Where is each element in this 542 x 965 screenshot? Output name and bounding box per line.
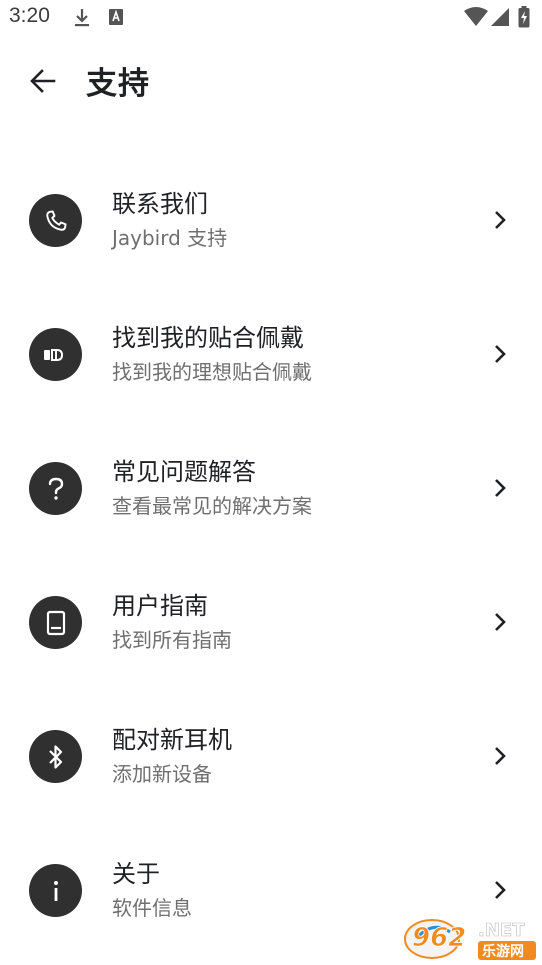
watermark-suffix: .NET xyxy=(478,920,525,941)
page-title: 支持 xyxy=(86,66,150,102)
menu-item-subtitle: 软件信息 xyxy=(112,896,192,920)
menu-item-subtitle: 找到我的理想贴合佩戴 xyxy=(112,360,312,384)
menu-item-title: 常见问题解答 xyxy=(112,458,256,486)
chevron-right-icon xyxy=(495,479,506,497)
font-app-icon xyxy=(108,8,124,30)
menu-item-text: 配对新耳机 添加新设备 xyxy=(112,723,232,789)
menu-item-title: 配对新耳机 xyxy=(112,726,232,754)
app-bar: 支持 xyxy=(0,36,542,126)
status-bar: 3:20 xyxy=(0,0,542,36)
status-time: 3:20 xyxy=(9,4,50,27)
phone-icon xyxy=(29,194,82,247)
cellular-signal-icon xyxy=(490,7,510,31)
menu-item-subtitle: 查看最常见的解决方案 xyxy=(112,494,312,518)
menu-item-text: 联系我们 Jaybird 支持 xyxy=(112,187,227,253)
menu-item-subtitle: 找到所有指南 xyxy=(112,628,232,652)
watermark-text: 乐游网 xyxy=(482,943,524,960)
chevron-right-icon xyxy=(495,211,506,229)
chevron-right-icon xyxy=(495,613,506,631)
back-arrow-icon xyxy=(30,69,56,93)
menu-item-title: 关于 xyxy=(112,860,160,888)
chevron-right-icon xyxy=(495,747,506,765)
watermark-number: 962 xyxy=(412,923,466,953)
menu-item-title: 找到我的贴合佩戴 xyxy=(112,324,304,352)
menu-item-user-guide[interactable]: 用户指南 找到所有指南 xyxy=(0,555,542,689)
question-icon xyxy=(29,462,82,515)
battery-charging-icon xyxy=(518,6,530,32)
download-icon xyxy=(73,8,91,32)
wifi-icon xyxy=(464,7,488,31)
menu-item-text: 常见问题解答 查看最常见的解决方案 xyxy=(112,455,312,521)
chevron-right-icon xyxy=(495,345,506,363)
menu-item-pair-new-earbuds[interactable]: 配对新耳机 添加新设备 xyxy=(0,689,542,823)
bluetooth-icon xyxy=(29,730,82,783)
back-button[interactable] xyxy=(20,58,66,104)
menu-item-title: 联系我们 xyxy=(112,190,208,218)
menu-item-text: 找到我的贴合佩戴 找到我的理想贴合佩戴 xyxy=(112,321,312,387)
menu-item-title: 用户指南 xyxy=(112,592,208,620)
watermark-logo: 962 .NET 乐游网 xyxy=(402,912,538,962)
menu-item-faq[interactable]: 常见问题解答 查看最常见的解决方案 xyxy=(0,421,542,555)
menu-item-text: 关于 软件信息 xyxy=(112,857,192,923)
menu-item-find-my-fit[interactable]: 找到我的贴合佩戴 找到我的理想贴合佩戴 xyxy=(0,287,542,421)
earbud-fit-icon xyxy=(29,328,82,381)
menu-item-text: 用户指南 找到所有指南 xyxy=(112,589,232,655)
menu-item-contact-us[interactable]: 联系我们 Jaybird 支持 xyxy=(0,153,542,287)
menu-item-subtitle: Jaybird 支持 xyxy=(112,226,228,250)
guide-icon xyxy=(29,596,82,649)
menu-item-subtitle: 添加新设备 xyxy=(112,762,212,786)
info-icon xyxy=(29,864,82,917)
chevron-right-icon xyxy=(495,881,506,899)
